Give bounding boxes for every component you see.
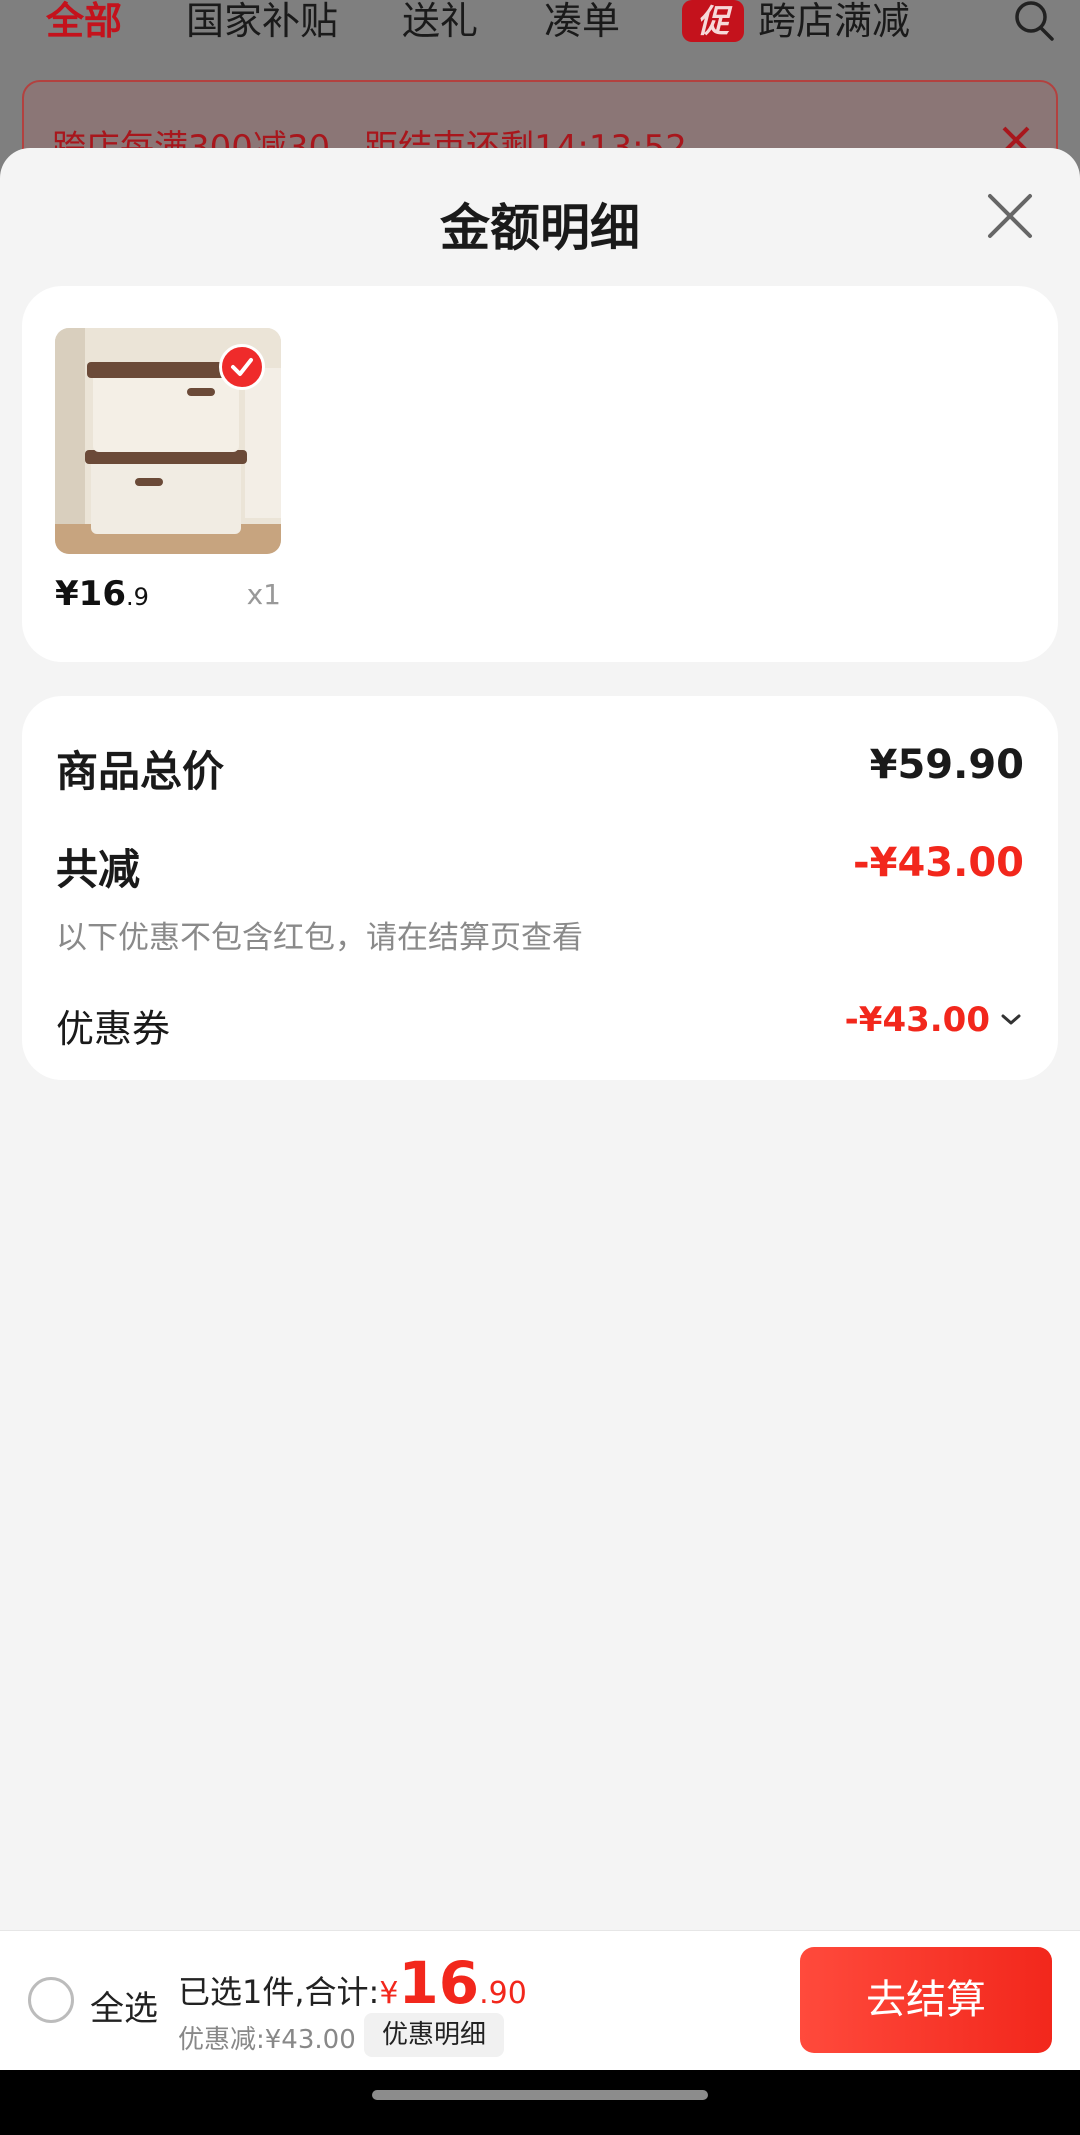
product-image[interactable] xyxy=(55,328,281,554)
product-quantity: x1 xyxy=(246,578,281,611)
product-price-row: ¥16.9 x1 xyxy=(55,574,281,624)
total-price-value: ¥59.90 xyxy=(869,742,1024,788)
discount-detail-button[interactable]: 优惠明细 xyxy=(364,2013,505,2057)
selected-items-card: ¥16.9 x1 xyxy=(22,286,1058,662)
chevron-down-icon xyxy=(1001,1014,1021,1025)
total-currency: ¥ xyxy=(379,1976,399,2011)
total-amount-dec: .90 xyxy=(479,1976,527,2011)
tab-gifts[interactable]: 送礼 xyxy=(402,0,478,42)
total-summary: 已选1件,合计:¥16.90 xyxy=(178,1949,527,2017)
checkout-bar: 全选 已选1件,合计:¥16.90 优惠减:¥43.00 优惠明细 去结算 xyxy=(0,1930,1080,2070)
coupon-label: 优惠券 xyxy=(56,1007,171,1051)
close-icon[interactable] xyxy=(986,192,1034,240)
price-summary-card: 商品总价 ¥59.90 共减 -¥43.00 以下优惠不包含红包，请在结算页查看… xyxy=(22,696,1058,1080)
checkout-button[interactable]: 去结算 xyxy=(800,1947,1052,2053)
promo-badge: 促 xyxy=(682,0,744,42)
total-price-label: 商品总价 xyxy=(56,747,225,796)
tab-national-subsidy[interactable]: 国家补贴 xyxy=(186,0,338,42)
total-amount-int: 16 xyxy=(398,1949,480,2017)
select-all-radio[interactable] xyxy=(28,1977,74,2023)
tab-all[interactable]: 全部 xyxy=(46,0,122,42)
tab-cross-store-label: 跨店满减 xyxy=(758,0,911,43)
discount-note: 以下优惠不包含红包，请在结算页查看 xyxy=(56,920,583,956)
tab-bundle[interactable]: 凑单 xyxy=(544,0,620,42)
discount-amount: 优惠减:¥43.00 xyxy=(178,2025,356,2055)
system-nav-bar xyxy=(0,2070,1080,2135)
top-tab-bar: 全部 国家补贴 送礼 凑单 促跨店满减 xyxy=(0,0,1080,70)
selected-count-text: 已选1件,合计: xyxy=(178,1973,380,2011)
amount-detail-sheet: 金额明细 ¥16.9 x1 商品总价 ¥59.90 共减 -¥43.00 以下优… xyxy=(0,148,1080,2135)
coupon-row-value[interactable]: -¥43.00 xyxy=(845,1000,1024,1040)
product-price: ¥16.9 xyxy=(55,574,149,614)
total-reduce-value: -¥43.00 xyxy=(853,840,1024,886)
tab-cross-store-discount[interactable]: 促跨店满减 xyxy=(682,0,910,42)
sheet-title: 金额明细 xyxy=(440,199,640,257)
coupon-value: -¥43.00 xyxy=(844,1000,990,1040)
select-all-label[interactable]: 全选 xyxy=(90,1981,158,2030)
home-indicator[interactable] xyxy=(372,2090,708,2100)
product-item[interactable]: ¥16.9 x1 xyxy=(55,328,281,624)
total-reduce-label: 共减 xyxy=(56,845,141,894)
search-icon[interactable] xyxy=(1012,0,1056,44)
checked-icon xyxy=(219,344,265,390)
